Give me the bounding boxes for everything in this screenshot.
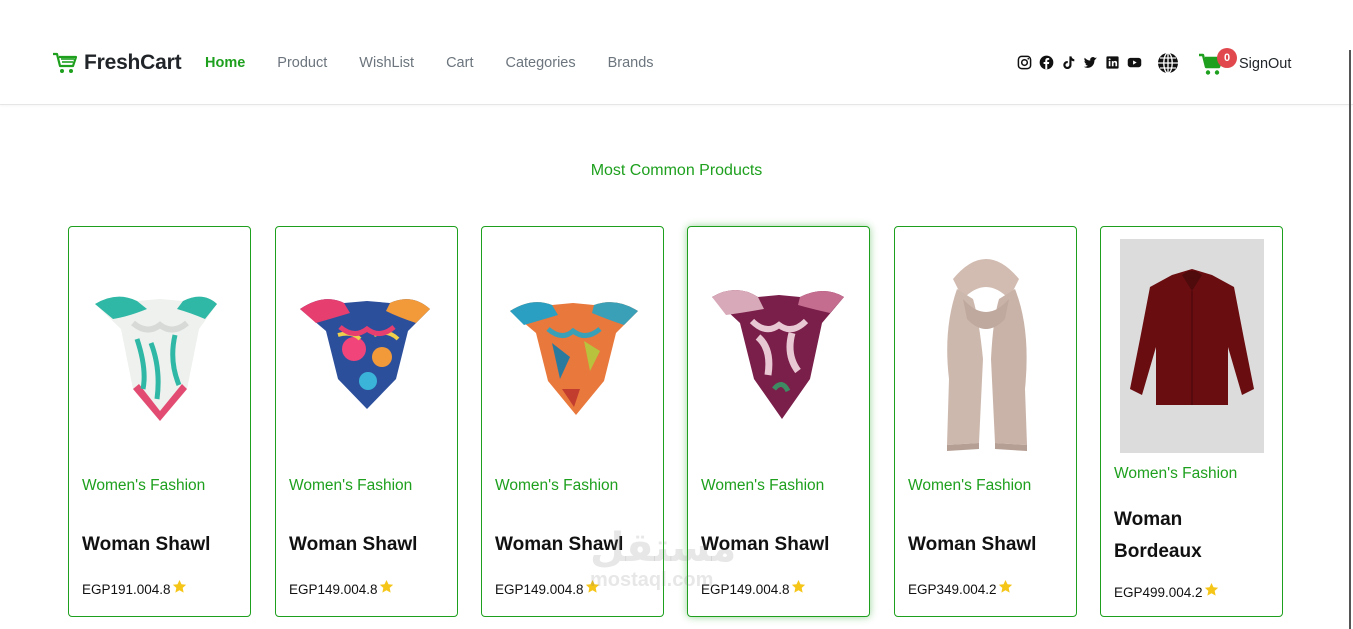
product-card[interactable]: Women's Fashion Woman Shawl EGP149.004.8 — [687, 226, 870, 617]
product-image — [1120, 239, 1264, 453]
product-category: Women's Fashion — [908, 477, 1032, 494]
product-category: Women's Fashion — [289, 477, 413, 494]
product-price: EGP149.004.8 — [495, 579, 600, 597]
product-image — [500, 239, 646, 453]
nav-cart[interactable]: Cart — [446, 55, 473, 71]
tiktok-icon[interactable] — [1061, 55, 1076, 70]
star-icon — [791, 579, 805, 593]
price-value: EGP149.004.8 — [495, 582, 584, 597]
price-value: EGP149.004.8 — [701, 582, 790, 597]
product-price: EGP349.004.2 — [908, 579, 1013, 597]
social-links — [1017, 55, 1142, 70]
product-card[interactable]: Women's Fashion Woman Shawl EGP349.004.2 — [894, 226, 1077, 617]
product-title: Woman Bordeaux — [1114, 509, 1202, 562]
product-title: Woman Shawl — [289, 534, 418, 555]
brand-logo[interactable]: FreshCart — [52, 51, 182, 75]
product-image — [294, 239, 440, 453]
product-card[interactable]: Women's Fashion Woman Shawl EGP149.004.8 — [275, 226, 458, 617]
product-category: Women's Fashion — [1114, 465, 1238, 482]
youtube-icon[interactable] — [1127, 55, 1142, 70]
product-image — [706, 239, 852, 453]
product-category: Women's Fashion — [495, 477, 619, 494]
navbar: FreshCart Home Product WishList Cart Cat… — [0, 0, 1353, 105]
product-title: Woman Shawl — [908, 534, 1037, 555]
nav-brands[interactable]: Brands — [608, 55, 654, 71]
product-price: EGP499.004.2 — [1114, 582, 1219, 600]
globe-icon[interactable] — [1157, 52, 1179, 74]
product-price: EGP191.004.8 — [82, 579, 187, 597]
cart-count-badge: 0 — [1217, 48, 1237, 68]
twitter-icon[interactable] — [1083, 55, 1098, 70]
main-nav: Home Product WishList Cart Categories Br… — [205, 55, 654, 71]
signout-link[interactable]: SignOut — [1239, 56, 1291, 72]
product-price: EGP149.004.8 — [289, 579, 394, 597]
product-card[interactable]: Women's Fashion Woman Shawl EGP191.004.8 — [68, 226, 251, 617]
linkedin-icon[interactable] — [1105, 55, 1120, 70]
facebook-icon[interactable] — [1039, 55, 1054, 70]
product-title: Woman Shawl — [701, 534, 830, 555]
product-title: Woman Shawl — [82, 534, 211, 555]
scrollbar[interactable] — [1349, 50, 1351, 629]
nav-product[interactable]: Product — [277, 55, 327, 71]
product-category: Women's Fashion — [701, 477, 825, 494]
brand-name: FreshCart — [84, 51, 182, 74]
price-value: EGP191.004.8 — [82, 582, 171, 597]
product-image — [913, 239, 1059, 453]
product-title: Woman Shawl — [495, 534, 624, 555]
star-icon — [585, 579, 599, 593]
nav-wishlist[interactable]: WishList — [359, 55, 414, 71]
price-value: EGP149.004.8 — [289, 582, 378, 597]
nav-categories[interactable]: Categories — [505, 55, 575, 71]
cart-icon — [53, 52, 78, 73]
star-icon — [998, 579, 1012, 593]
star-icon — [172, 579, 186, 593]
price-value: EGP349.004.2 — [908, 582, 997, 597]
price-value: EGP499.004.2 — [1114, 585, 1203, 600]
product-category: Women's Fashion — [82, 477, 206, 494]
section-title: Most Common Products — [590, 162, 763, 179]
product-card[interactable]: Women's Fashion Woman Shawl EGP149.004.8 — [481, 226, 664, 617]
star-icon — [1204, 582, 1218, 596]
star-icon — [379, 579, 393, 593]
product-price: EGP149.004.8 — [701, 579, 806, 597]
product-image — [87, 239, 233, 453]
product-card[interactable]: Women's Fashion Woman Bordeaux EGP499.00… — [1100, 226, 1283, 617]
instagram-icon[interactable] — [1017, 55, 1032, 70]
nav-home[interactable]: Home — [205, 55, 245, 71]
